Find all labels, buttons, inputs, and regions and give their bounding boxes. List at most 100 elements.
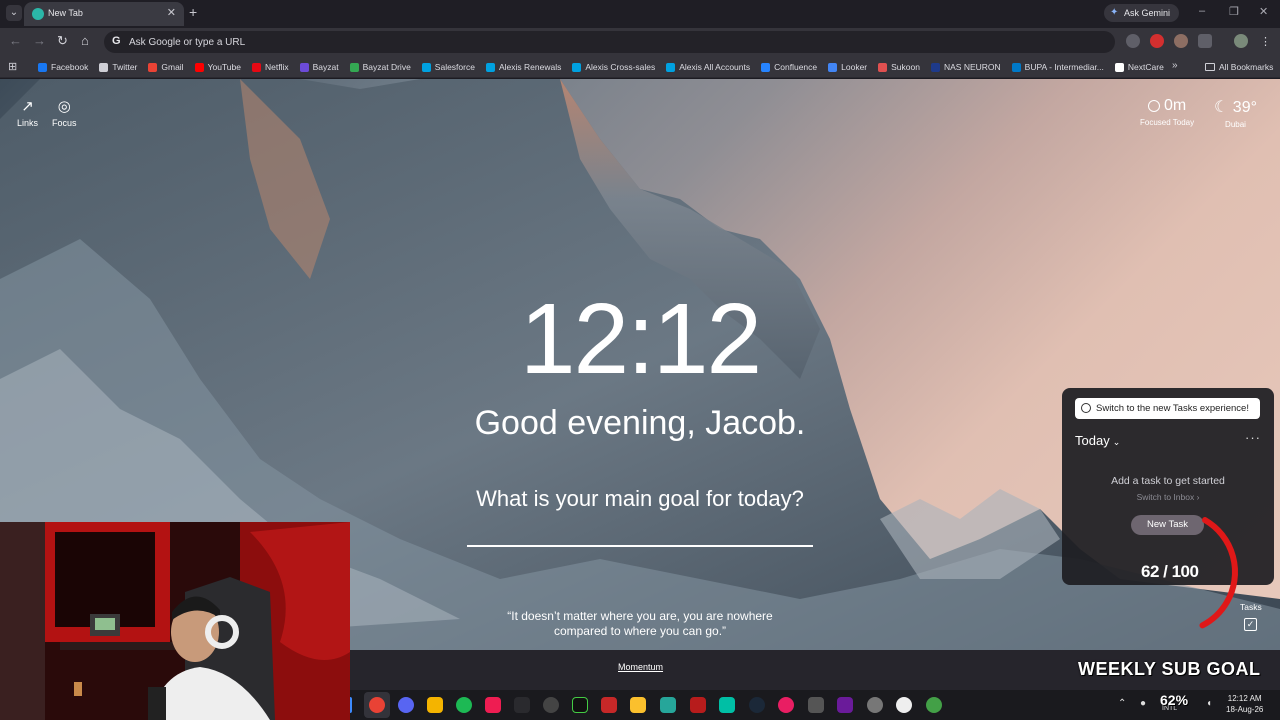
new-tab-button[interactable]: + — [189, 5, 197, 19]
bookmark-salesforce[interactable]: Salesforce — [421, 59, 475, 75]
bookmark-favicon-icon — [99, 62, 109, 72]
greeting: Good evening, Jacob. — [474, 404, 806, 442]
home-icon[interactable]: ⌂ — [81, 33, 89, 49]
menu-kebab-icon[interactable]: ⋮ — [1260, 34, 1271, 50]
bookmark-sukoon[interactable]: Sukoon — [878, 59, 920, 75]
links-button[interactable]: ↗ Links — [17, 97, 38, 128]
tasks-toggle-label[interactable]: Tasks — [1240, 602, 1262, 612]
bookmark-facebook[interactable]: Facebook — [38, 59, 88, 75]
bookmark-favicon-icon — [1114, 62, 1124, 72]
bookmark-nas-neuron[interactable]: NAS NEURON — [930, 59, 1001, 75]
x-app-icon[interactable] — [719, 697, 735, 713]
bookmark-favicon-icon — [878, 62, 888, 72]
more-bookmarks-icon[interactable]: » — [1172, 60, 1178, 71]
bookmark-label: BUPA - Intermediar... — [1024, 62, 1104, 72]
hex-app-icon[interactable] — [867, 697, 883, 713]
extensions-puzzle-icon[interactable] — [1198, 34, 1212, 48]
profile-avatar[interactable] — [1234, 34, 1248, 48]
bookmark-twitter[interactable]: Twitter — [99, 59, 137, 75]
omnibox[interactable]: G — [104, 31, 1115, 53]
switch-tasks-experience-button[interactable]: Switch to the new Tasks experience! — [1075, 398, 1260, 419]
all-bookmarks-label: All Bookmarks — [1219, 62, 1274, 72]
controller-icon[interactable] — [808, 697, 824, 713]
restore-icon[interactable]: ❐ — [1229, 5, 1239, 18]
close-window-icon[interactable]: ✕ — [1259, 5, 1268, 18]
external-link-icon: ↗ — [21, 98, 34, 115]
nvidia-icon[interactable] — [572, 697, 588, 713]
bookmark-youtube[interactable]: YouTube — [194, 59, 241, 75]
minimize-icon[interactable]: – — [1199, 5, 1205, 17]
tab-search-button[interactable]: ⌄ — [6, 5, 22, 21]
tf-app-icon[interactable] — [514, 697, 530, 713]
focus-tracker[interactable]: 0m Focused Today — [1140, 97, 1194, 127]
bookmarks-bar: ⊞ Facebook Twitter Gmail YouTube Netflix Bayz… — [0, 56, 1280, 78]
bookmark-bayzat-drive[interactable]: Bayzat Drive — [349, 59, 411, 75]
next-app-icon[interactable] — [837, 697, 853, 713]
bookmark-bayzat[interactable]: Bayzat — [299, 59, 339, 75]
extension-red-icon[interactable] — [1150, 34, 1164, 48]
green-app-icon[interactable] — [926, 697, 942, 713]
forward-icon[interactable]: → — [33, 33, 46, 49]
obs-icon[interactable] — [543, 697, 559, 713]
weather-widget[interactable]: ☾ 39° Dubai — [1214, 97, 1257, 129]
back-icon[interactable]: ← — [9, 33, 22, 49]
spotify-icon[interactable] — [456, 697, 472, 713]
momentum-favicon-icon — [32, 8, 44, 20]
folder-app-icon[interactable] — [427, 697, 443, 713]
focus-mode-button[interactable]: ◎ Focus — [52, 97, 77, 128]
bookmark-favicon-icon — [299, 62, 309, 72]
bookmark-alexis-cross-sales[interactable]: Alexis Cross-sales — [572, 59, 655, 75]
tray-overflow-icon[interactable]: ⌃ — [1118, 698, 1126, 709]
close-tab-icon[interactable]: ✕ — [167, 6, 176, 19]
bookmark-gmail[interactable]: Gmail — [148, 59, 184, 75]
task-list-name: Today — [1075, 433, 1110, 448]
apps-grid-icon[interactable]: ⊞ — [8, 60, 17, 73]
bookmark-favicon-icon — [148, 62, 158, 72]
sub-goal-count: 62 / 100 — [1141, 562, 1199, 581]
bookmark-confluence[interactable]: Confluence — [761, 59, 817, 75]
bookmark-favicon-icon — [485, 62, 495, 72]
bookmark-favicon-icon — [828, 62, 838, 72]
chrome-icon[interactable] — [369, 697, 385, 713]
excel-like-icon[interactable] — [660, 697, 676, 713]
extension-cookie-icon[interactable] — [1174, 34, 1188, 48]
discord-icon[interactable] — [398, 697, 414, 713]
bookmark-netflix[interactable]: Netflix — [251, 59, 289, 75]
red-app-icon[interactable] — [601, 697, 617, 713]
battery-percentage: 62% — [1160, 692, 1189, 708]
bookmark-label: Confluence — [774, 62, 818, 72]
extension-bulb-icon[interactable] — [1126, 34, 1140, 48]
speaker-icon[interactable]: ◖ — [1206, 698, 1212, 709]
tasks-check-icon[interactable]: ✓ — [1244, 618, 1257, 631]
ask-gemini-label: Ask Gemini — [1124, 8, 1171, 18]
all-bookmarks-button[interactable]: All Bookmarks — [1205, 59, 1273, 75]
tray-clock[interactable]: 12:12 AM 18-Aug-26 — [1226, 693, 1263, 715]
bookmark-bupa-intermediar[interactable]: BUPA - Intermediar... — [1011, 59, 1104, 75]
bookmark-looker[interactable]: Looker — [828, 59, 867, 75]
daily-quote[interactable]: “It doesn’t matter where you are, you ar… — [490, 609, 790, 639]
bookmark-label: Looker — [841, 62, 868, 72]
tiktok-icon[interactable] — [485, 697, 501, 713]
bookmark-list: Facebook Twitter Gmail YouTube Netflix Bayzat… — [38, 59, 1164, 75]
rockstar-icon[interactable] — [630, 697, 646, 713]
main-goal-input[interactable] — [467, 519, 813, 547]
steam-icon[interactable] — [749, 697, 765, 713]
bookmark-nextcare[interactable]: NextCare — [1114, 59, 1164, 75]
microphone-icon[interactable]: ● — [1140, 698, 1146, 709]
tab-new-tab[interactable]: New Tab ✕ — [24, 2, 184, 26]
bookmark-label: Alexis All Accounts — [679, 62, 751, 72]
reload-icon[interactable]: ↻ — [57, 33, 68, 49]
more-options-icon[interactable]: ··· — [1245, 430, 1261, 445]
bookmark-label: Sukoon — [891, 62, 920, 72]
bookmark-alexis-all-accounts[interactable]: Alexis All Accounts — [666, 59, 750, 75]
momentum-link[interactable]: Momentum — [618, 662, 663, 672]
kick-app-icon[interactable] — [690, 697, 706, 713]
bookmark-label: Bayzat — [312, 62, 339, 72]
address-input[interactable] — [129, 34, 729, 50]
target-app-icon[interactable] — [896, 697, 912, 713]
streamer-webcam-image — [0, 522, 350, 720]
ask-gemini-button[interactable]: ✦ Ask Gemini — [1104, 4, 1179, 22]
pink-app-icon[interactable] — [778, 697, 794, 713]
task-list-selector[interactable]: Today ⌄ — [1075, 433, 1120, 448]
bookmark-alexis-renewals[interactable]: Alexis Renewals — [485, 59, 561, 75]
